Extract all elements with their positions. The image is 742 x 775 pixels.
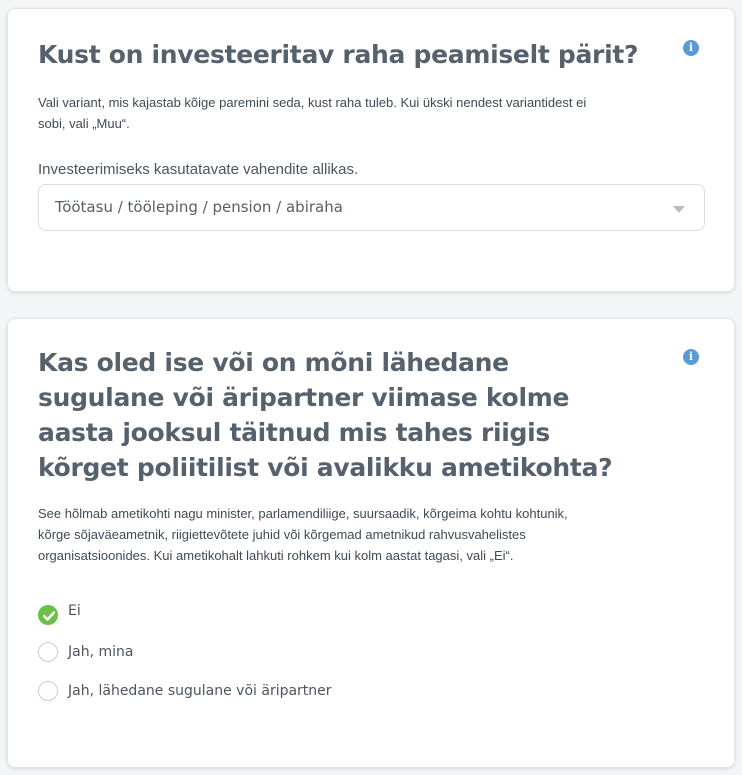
radio-label: Jah, mina — [68, 644, 134, 660]
field-label: Investeerimiseks kasutatavate vahendite … — [38, 161, 359, 178]
source-of-funds-card: Kust on investeeritav raha peamiselt pär… — [7, 8, 735, 292]
pep-question-card: Kas oled ise või on mõni lähedane sugula… — [7, 318, 735, 768]
info-icon[interactable]: i — [683, 40, 699, 56]
radio-circle-icon[interactable] — [38, 642, 58, 662]
radio-label: Ei — [68, 603, 81, 619]
radio-circle-icon[interactable] — [38, 681, 58, 701]
checkmark-icon[interactable] — [38, 605, 58, 625]
question-title: Kas oled ise või on mõni lähedane sugula… — [38, 348, 613, 482]
funds-source-select[interactable]: Töötasu / tööleping / pension / abiraha — [38, 184, 705, 231]
radio-label: Jah, lähedane sugulane või äripartner — [68, 683, 332, 699]
select-value: Töötasu / tööleping / pension / abiraha — [55, 198, 343, 216]
info-icon[interactable]: i — [683, 349, 699, 365]
question-description: See hõlmab ametikohti nagu minister, par… — [38, 506, 568, 563]
question-description: Vali variant, mis kajastab kõige paremin… — [38, 95, 587, 131]
question-title: Kust on investeeritav raha peamiselt pär… — [38, 40, 639, 69]
chevron-down-icon — [673, 206, 685, 213]
